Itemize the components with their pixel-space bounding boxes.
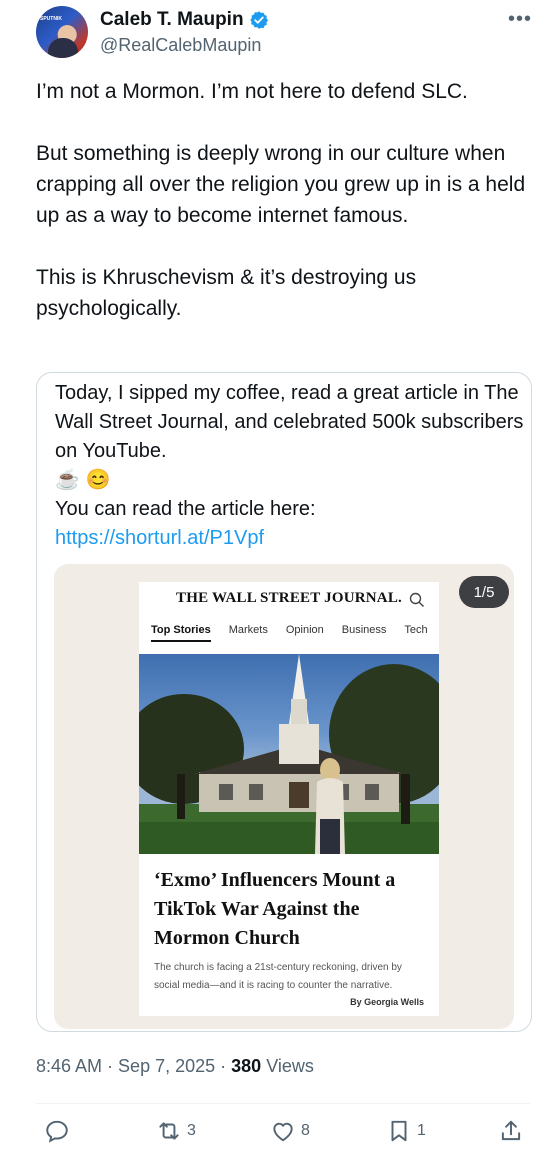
action-bar: 3 8 1 <box>36 1118 530 1152</box>
search-icon <box>409 592 424 607</box>
bookmark-count: 1 <box>417 1122 426 1139</box>
tweet-header: SPUTNIK Caleb T. Maupin @RealCalebMaupin… <box>36 6 546 58</box>
like-button[interactable]: 8 <box>270 1118 310 1144</box>
share-icon <box>501 1120 521 1141</box>
repost-button[interactable]: 3 <box>156 1118 196 1144</box>
views-label: Views <box>266 1056 314 1076</box>
quoted-text-body: Today, I sipped my coffee, read a great … <box>55 382 524 520</box>
article-byline: By Georgia Wells <box>350 997 424 1007</box>
media-counter-badge: 1/5 <box>459 576 509 608</box>
article-dek: The church is facing a 21st-century reck… <box>154 962 402 991</box>
verified-badge-icon <box>249 11 268 29</box>
heart-icon <box>273 1122 293 1142</box>
avatar[interactable]: SPUTNIK <box>36 6 88 58</box>
repost-count: 3 <box>187 1122 196 1139</box>
tweet-meta: 8:46 AM · Sep 7, 2025 · 380 Views <box>36 1056 314 1076</box>
quoted-link[interactable]: https://shorturl.at/P1Vpf <box>55 527 264 549</box>
views-count: 380 <box>231 1056 262 1076</box>
name-row: Caleb T. Maupin <box>100 9 269 31</box>
share-button[interactable] <box>498 1118 524 1144</box>
avatar-figure <box>48 38 78 58</box>
article-headline: ‘Exmo’ Influencers Mount a TikTok War Ag… <box>154 869 396 949</box>
reply-icon <box>46 1120 68 1143</box>
nav-markets: Markets <box>228 624 268 636</box>
nav-tech: Tech <box>404 624 428 636</box>
quoted-tweet[interactable]: Today, I sipped my coffee, read a great … <box>36 372 532 1032</box>
nav-business: Business <box>341 624 387 636</box>
article-screenshot: THE WALL STREET JOURNAL. Top Stories Mar… <box>139 582 439 1016</box>
tweet-date[interactable]: Sep 7, 2025 <box>118 1056 215 1076</box>
tweet-text: I’m not a Mormon. I’m not here to defend… <box>36 80 526 320</box>
more-horizontal-icon[interactable]: ••• <box>508 8 532 31</box>
church-scene-illustration <box>139 654 439 854</box>
author-name[interactable]: Caleb T. Maupin <box>100 9 244 31</box>
reply-button[interactable] <box>44 1118 75 1144</box>
avatar-tag: SPUTNIK <box>40 16 62 22</box>
bookmark-icon <box>391 1120 407 1142</box>
tweet-time[interactable]: 8:46 AM <box>36 1056 102 1076</box>
article-nav: Top Stories Markets Opinion Business Tec… <box>151 624 428 642</box>
divider <box>36 1103 530 1104</box>
article-photo <box>139 654 439 854</box>
wsj-masthead: THE WALL STREET JOURNAL. <box>176 590 402 606</box>
nav-opinion: Opinion <box>285 624 324 636</box>
repost-icon <box>159 1122 179 1140</box>
like-count: 8 <box>301 1122 310 1139</box>
nav-top-stories: Top Stories <box>151 624 211 642</box>
author-handle[interactable]: @RealCalebMaupin <box>100 35 261 56</box>
media-carousel[interactable]: THE WALL STREET JOURNAL. Top Stories Mar… <box>54 564 514 1029</box>
quoted-tweet-text: Today, I sipped my coffee, read a great … <box>55 379 525 553</box>
bookmark-button[interactable]: 1 <box>386 1118 426 1144</box>
